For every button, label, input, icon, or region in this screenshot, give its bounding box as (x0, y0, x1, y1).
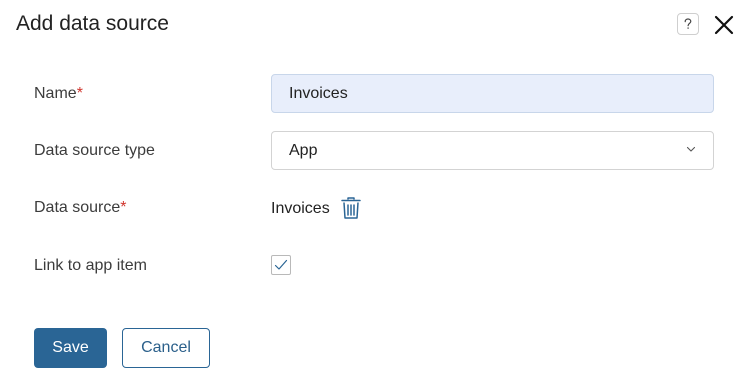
data-source-type-value: App (289, 141, 318, 159)
link-to-app-item-label: Link to app item (34, 257, 147, 274)
question-mark-icon (684, 18, 692, 29)
required-mark: * (76, 85, 83, 102)
data-source-label-text: Data source (34, 199, 121, 216)
data-source-type-select[interactable]: App (271, 131, 714, 170)
dialog-title: Add data source (16, 12, 169, 35)
name-label-text: Name (34, 85, 77, 102)
help-button[interactable] (677, 13, 699, 35)
chevron-down-icon (686, 146, 696, 152)
add-data-source-dialog: Add data source Name* Data source type A… (0, 0, 741, 374)
data-source-value: Invoices (271, 200, 330, 217)
name-label: Name* (34, 84, 83, 104)
required-mark: * (120, 199, 127, 216)
close-icon (714, 15, 734, 35)
cancel-button[interactable]: Cancel (122, 328, 210, 368)
name-input[interactable] (271, 74, 714, 113)
trash-icon[interactable] (340, 196, 362, 220)
data-source-type-label: Data source type (34, 142, 155, 159)
save-button[interactable]: Save (34, 328, 107, 368)
close-button[interactable] (712, 13, 736, 37)
link-to-app-item-checkbox[interactable] (271, 255, 291, 275)
data-source-label: Data source* (34, 198, 127, 218)
checkmark-icon (274, 259, 288, 270)
